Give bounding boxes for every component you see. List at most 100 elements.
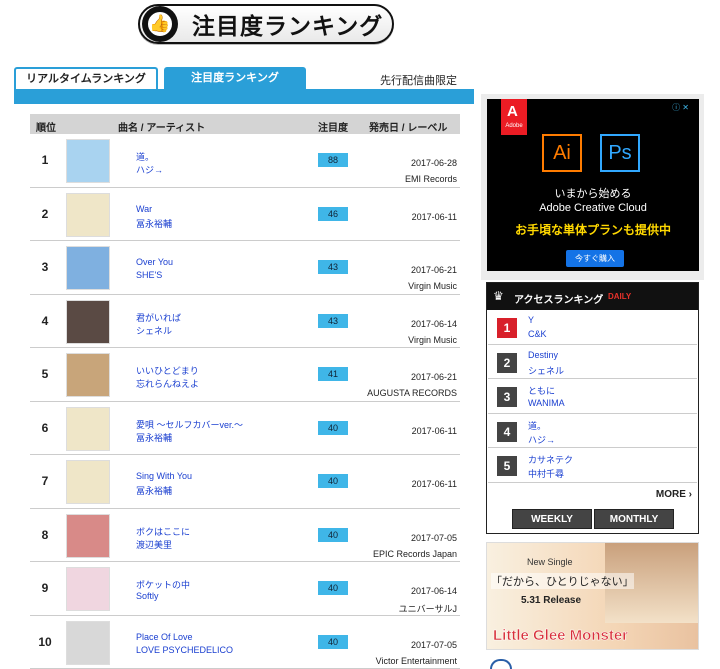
access-song-link[interactable]: Destiny (528, 350, 558, 360)
song-link[interactable]: いいひとどまり (136, 364, 199, 377)
thumbs-up-icon: 👍 (142, 6, 178, 42)
artist-link[interactable]: 冨永裕輔 (136, 484, 172, 497)
ad2-release-date: 5.31 Release (521, 595, 582, 606)
album-jacket-image[interactable] (66, 567, 110, 611)
table-row: 6 愛唄 ～セルフカバーver.～ 冨永裕輔 40 2017-06-11 (30, 402, 460, 455)
access-ranking-item[interactable]: 3 ともに WANIMA (488, 379, 697, 414)
header-rank: 順位 (36, 123, 56, 134)
access-artist-link[interactable]: 中村千尋 (528, 467, 564, 480)
artist-link[interactable]: 冨永裕輔 (136, 431, 172, 444)
rank-number: 2 (41, 206, 49, 221)
access-song-link[interactable]: ともに (528, 384, 555, 397)
song-link[interactable]: Sing With You (136, 471, 192, 481)
release-date: 2017-07-05 (410, 639, 457, 650)
monthly-button[interactable]: MONTHLY (594, 509, 674, 529)
access-artist-link[interactable]: ハジ→ (528, 433, 555, 446)
tab-underline-bar (14, 89, 474, 104)
artist-link[interactable]: 渡辺美里 (136, 538, 172, 551)
artist-link[interactable]: ハジ→ (136, 163, 163, 176)
artist-link[interactable]: 忘れらんねえよ (136, 377, 199, 390)
rank-number: 6 (41, 420, 49, 435)
release-date: 2017-07-05 (410, 532, 457, 543)
access-ranking-item[interactable]: 1 Y C&K (488, 310, 697, 345)
artist-link[interactable]: LOVE PSYCHEDELICO (136, 645, 233, 655)
release-date: 2017-06-21 (410, 372, 457, 382)
album-jacket-image[interactable] (66, 139, 110, 183)
attention-score: 88 (318, 153, 348, 167)
access-ranking-item[interactable]: 4 道。 ハジ→ (488, 414, 697, 448)
illustrator-icon: Ai (542, 134, 582, 172)
more-link[interactable]: MORE › (656, 489, 692, 500)
ad2-band-name: Little Glee Monster (493, 627, 629, 645)
record-label: Virgin Music (408, 334, 457, 345)
header-song-artist: 曲名 / アーティスト (118, 123, 206, 134)
table-row: 4 君がいれば シェネル 43 2017-06-14 Virgin Music (30, 295, 460, 348)
access-song-link[interactable]: カサネテク (528, 453, 573, 466)
album-jacket-image[interactable] (66, 620, 110, 665)
little-glee-monster-ad[interactable]: New Single 「だから、ひとりじゃない」 5.31 Release Li… (486, 542, 699, 650)
album-jacket-image[interactable] (66, 353, 110, 397)
artist-link[interactable]: Softly (136, 591, 159, 601)
access-ranking-header: ♛ アクセスランキング DAILY (487, 283, 698, 310)
release-date: 2017-06-14 (410, 318, 457, 329)
release-date: 2017-06-11 (411, 425, 457, 436)
song-link[interactable]: War (136, 204, 152, 214)
record-label: EMI Records (404, 174, 457, 184)
song-link[interactable]: Over You (136, 257, 173, 267)
rank-number: 8 (41, 527, 49, 542)
song-link[interactable]: Place Of Love (136, 632, 193, 642)
access-song-link[interactable]: Y (528, 315, 534, 325)
adobe-ad[interactable]: A Adobe ⓘ ✕ Ai Ps いまから始める Adobe Creative … (481, 94, 704, 280)
attention-score: 40 (318, 527, 348, 542)
artist-link[interactable]: シェネル (136, 324, 172, 337)
buy-now-button[interactable]: 今すぐ購入 (566, 250, 624, 267)
record-label: ユニバーサルJ (398, 604, 457, 614)
song-link[interactable]: 愛唄 ～セルフカバーver.～ (136, 418, 243, 431)
photoshop-icon: Ps (600, 134, 640, 172)
adobe-logo: A Adobe (501, 99, 527, 135)
table-row: 2 War 冨永裕輔 46 2017-06-11 (30, 188, 460, 241)
release-date: 2017-06-11 (411, 211, 457, 222)
crown-icon: ♛ (493, 289, 504, 303)
access-artist-link[interactable]: シェネル (528, 364, 564, 377)
ad-text-line3: お手頃な単体プランも提供中 (514, 223, 671, 237)
artist-link[interactable]: 冨永裕輔 (136, 217, 172, 230)
album-jacket-image[interactable] (66, 406, 110, 451)
access-ranking-item[interactable]: 5 カサネテク 中村千尋 (488, 448, 697, 483)
table-row: 9 ポケットの中 Softly 40 2017-06-14 ユニバーサルJ (30, 562, 460, 616)
tab-realtime-ranking[interactable]: リアルタイムランキング (14, 67, 158, 90)
album-jacket-image[interactable] (66, 246, 110, 290)
daily-badge: DAILY (608, 292, 632, 301)
adobe-ad-banner[interactable]: A Adobe ⓘ ✕ Ai Ps いまから始める Adobe Creative … (487, 99, 699, 271)
table-row: 7 Sing With You 冨永裕輔 40 2017-06-11 (30, 455, 460, 509)
rank-number: 10 (38, 634, 52, 649)
song-link[interactable]: 君がいれば (136, 311, 181, 324)
table-row: 1 道。 ハジ→ 88 2017-06-28 EMI Records (30, 134, 460, 188)
song-link[interactable]: ボクはここに (136, 525, 190, 538)
rank-number: 1 (41, 153, 49, 167)
partial-logo-icon (490, 659, 512, 669)
table-row: 8 ボクはここに 渡辺美里 40 2017-07-05 EPIC Records Japa… (30, 509, 460, 562)
song-link[interactable]: ポケットの中 (136, 578, 190, 591)
album-jacket-image[interactable] (66, 299, 110, 344)
song-link[interactable]: 道。 (136, 150, 154, 163)
access-artist-link[interactable]: C&K (528, 329, 547, 339)
access-ranking-item[interactable]: 2 Destiny シェネル (488, 345, 697, 379)
artist-link[interactable]: SHE'S (136, 270, 162, 280)
ad2-new-single: New Single (527, 557, 573, 567)
record-label: Victor Entertainment (375, 655, 457, 666)
album-jacket-image[interactable] (66, 460, 110, 504)
access-song-link[interactable]: 道。 (528, 419, 546, 432)
tab-attention-ranking[interactable]: 注目度ランキング (164, 67, 306, 90)
ad-info-icon[interactable]: ⓘ ✕ (672, 102, 689, 113)
release-date: 2017-06-11 (411, 479, 457, 489)
album-jacket-image[interactable] (66, 513, 110, 558)
table-row: 5 いいひとどまり 忘れらんねえよ 41 2017-06-21 AUGUSTA RECOR… (30, 348, 460, 402)
access-artist-link[interactable]: WANIMA (528, 398, 565, 408)
album-jacket-image[interactable] (66, 192, 110, 237)
rank-number: 9 (41, 581, 49, 595)
weekly-button[interactable]: WEEKLY (512, 509, 592, 529)
access-rank-number: 3 (497, 387, 517, 407)
attention-score: 40 (318, 420, 348, 435)
attention-score: 43 (318, 260, 348, 274)
